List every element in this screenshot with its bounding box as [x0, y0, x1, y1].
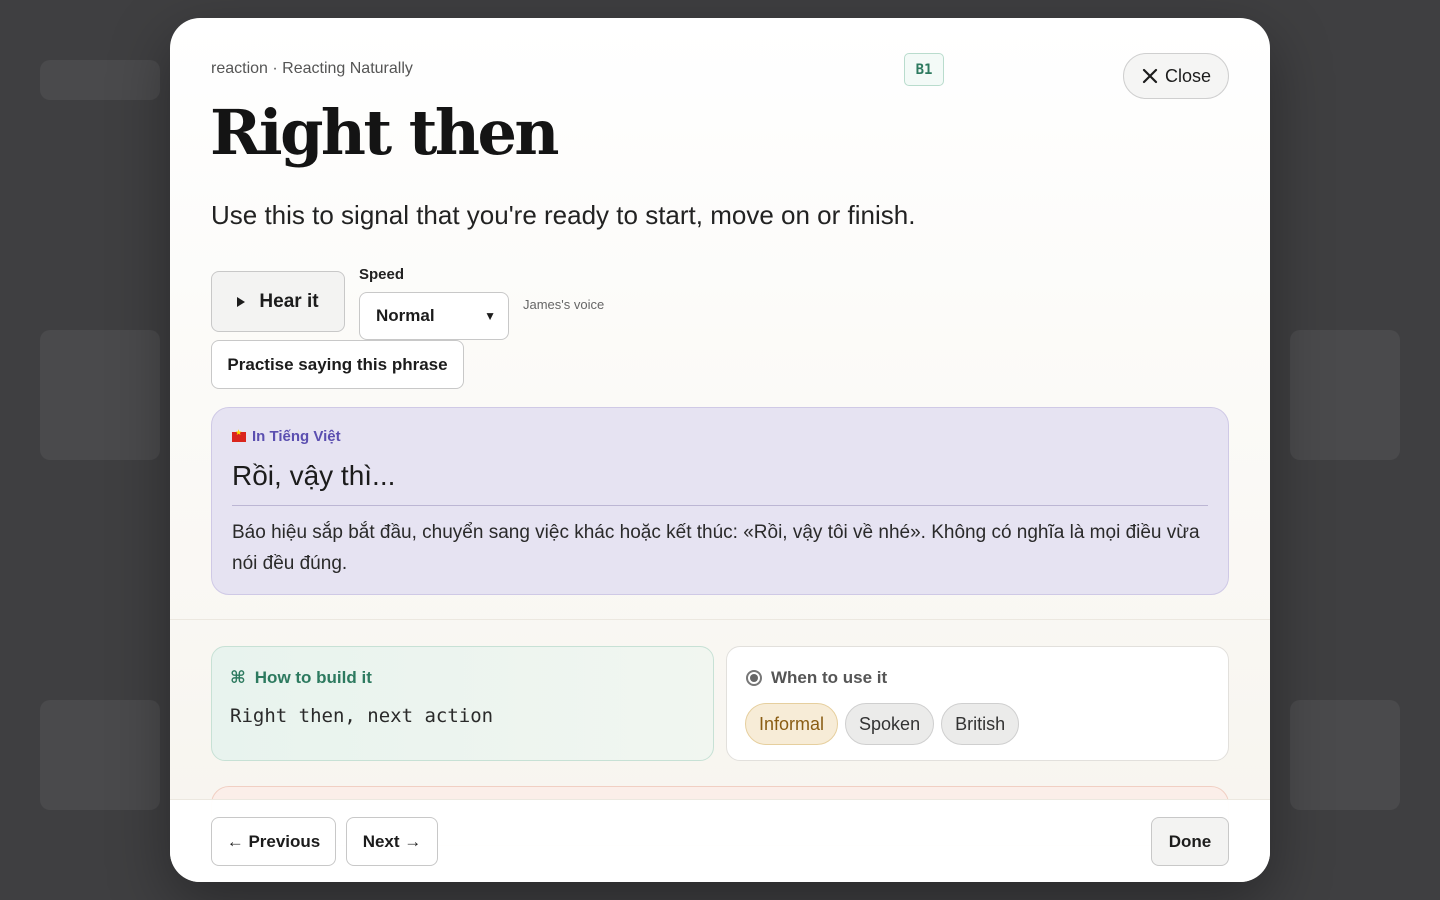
when-to-use-card: When to use it Informal Spoken British — [726, 646, 1229, 761]
hear-it-button[interactable]: Hear it — [211, 271, 345, 332]
how-to-build-card: ⌘ How to build it Right then, next actio… — [211, 646, 714, 761]
usage-tags: Informal Spoken British — [745, 703, 1020, 745]
tag-spoken: Spoken — [845, 703, 935, 745]
build-title: ⌘ How to build it — [230, 668, 372, 688]
translation-label: In Tiếng Việt — [232, 428, 341, 445]
translation-phrase: Rồi, vậy thì... — [232, 460, 396, 491]
command-icon: ⌘ — [230, 668, 246, 687]
when-title-label: When to use it — [771, 668, 888, 687]
chevron-down-icon: ▼ — [484, 309, 496, 323]
play-icon — [237, 296, 246, 307]
speed-value: Normal — [376, 306, 435, 325]
close-button[interactable]: Close — [1123, 53, 1229, 99]
build-pattern: Right then, next action — [230, 705, 494, 727]
phrase-title: Right then — [210, 96, 559, 169]
tag-informal: Informal — [745, 703, 839, 745]
translation-explanation: Báo hiệu sắp bắt đầu, chuyển sang việc k… — [232, 522, 1200, 574]
translation-card: In Tiếng Việt Rồi, vậy thì... Báo hiệu s… — [211, 407, 1229, 595]
background-block — [40, 330, 160, 460]
practise-button[interactable]: Practise saying this phrase — [211, 340, 464, 389]
hear-it-label: Hear it — [259, 290, 319, 312]
level-badge: B1 — [904, 53, 944, 86]
when-title: When to use it — [746, 668, 887, 688]
build-title-label: How to build it — [254, 668, 372, 687]
done-button[interactable]: Done — [1151, 817, 1229, 866]
vietnam-flag-icon — [232, 428, 246, 442]
speed-label: Speed — [359, 266, 405, 283]
close-label: Close — [1164, 65, 1212, 86]
tag-british: British — [941, 703, 1020, 745]
translation-language: In Tiếng Việt — [252, 428, 341, 445]
voice-label: James's voice — [523, 297, 605, 312]
phrase-detail-modal: reaction · Reacting Naturally B1 Close R… — [170, 18, 1270, 882]
next-button[interactable]: Next → — [346, 817, 438, 866]
previous-button[interactable]: ← Previous — [211, 817, 336, 866]
radio-icon — [746, 670, 762, 686]
modal-footer: ← Previous Next → Done — [170, 799, 1270, 882]
divider — [170, 619, 1270, 620]
phrase-description: Use this to signal that you're ready to … — [211, 200, 916, 230]
background-block — [1290, 330, 1400, 460]
speed-select[interactable]: Normal ▼ — [359, 292, 509, 340]
background-block — [40, 60, 160, 100]
background-block — [40, 700, 160, 810]
divider — [232, 505, 1208, 506]
background-block — [1290, 700, 1400, 810]
close-icon — [1142, 68, 1158, 84]
breadcrumb: reaction · Reacting Naturally — [211, 60, 413, 77]
